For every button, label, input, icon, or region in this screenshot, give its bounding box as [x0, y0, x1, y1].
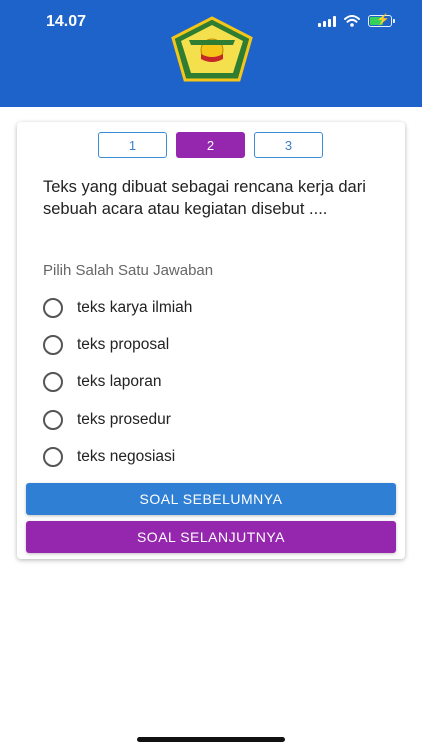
radio-button[interactable] [43, 446, 63, 467]
page-button-3[interactable]: 3 [254, 132, 323, 158]
answer-option-label: teks laporan [77, 373, 162, 391]
school-emblem-logo [171, 16, 253, 82]
question-text: Teks yang dibuat sebagai rencana kerja d… [43, 178, 366, 218]
answer-prompt: Pilih Salah Satu Jawaban [43, 262, 214, 279]
answer-option-label: teks prosedur [77, 410, 171, 428]
radio-button[interactable] [43, 334, 63, 355]
answer-option-label: teks proposal [77, 335, 170, 353]
radio-button[interactable] [43, 372, 63, 393]
answer-option[interactable]: teks karya ilmiah [43, 289, 192, 326]
answer-option-label: teks negosiasi [77, 447, 176, 465]
radio-button[interactable] [43, 409, 63, 430]
radio-button[interactable] [43, 297, 63, 318]
battery-charging-icon: ⚡ [368, 14, 395, 27]
next-question-button[interactable]: SOAL SELANJUTNYA [26, 521, 396, 553]
previous-question-button[interactable]: SOAL SEBELUMNYA [26, 483, 396, 515]
status-icons: ⚡ [318, 14, 395, 27]
page-button-2[interactable]: 2 [176, 132, 245, 158]
answer-options: teks karya ilmiah teks proposal teks lap… [43, 289, 192, 475]
answer-option-label: teks karya ilmiah [77, 298, 193, 316]
page-button-1[interactable]: 1 [98, 132, 167, 158]
home-indicator [137, 737, 285, 742]
answer-option[interactable]: teks proposal [43, 326, 192, 363]
question-card: 1 2 3 Teks yang dibuat sebagai rencana k… [17, 122, 405, 559]
answer-option[interactable]: teks negosiasi [43, 438, 192, 475]
answer-option[interactable]: teks prosedur [43, 401, 192, 438]
wifi-icon [344, 15, 360, 27]
status-time: 14.07 [46, 13, 87, 30]
app-header: 14.07 ⚡ [0, 0, 422, 107]
question-pager: 1 2 3 [98, 132, 323, 158]
answer-option[interactable]: teks laporan [43, 364, 192, 401]
signal-icon [318, 15, 336, 27]
